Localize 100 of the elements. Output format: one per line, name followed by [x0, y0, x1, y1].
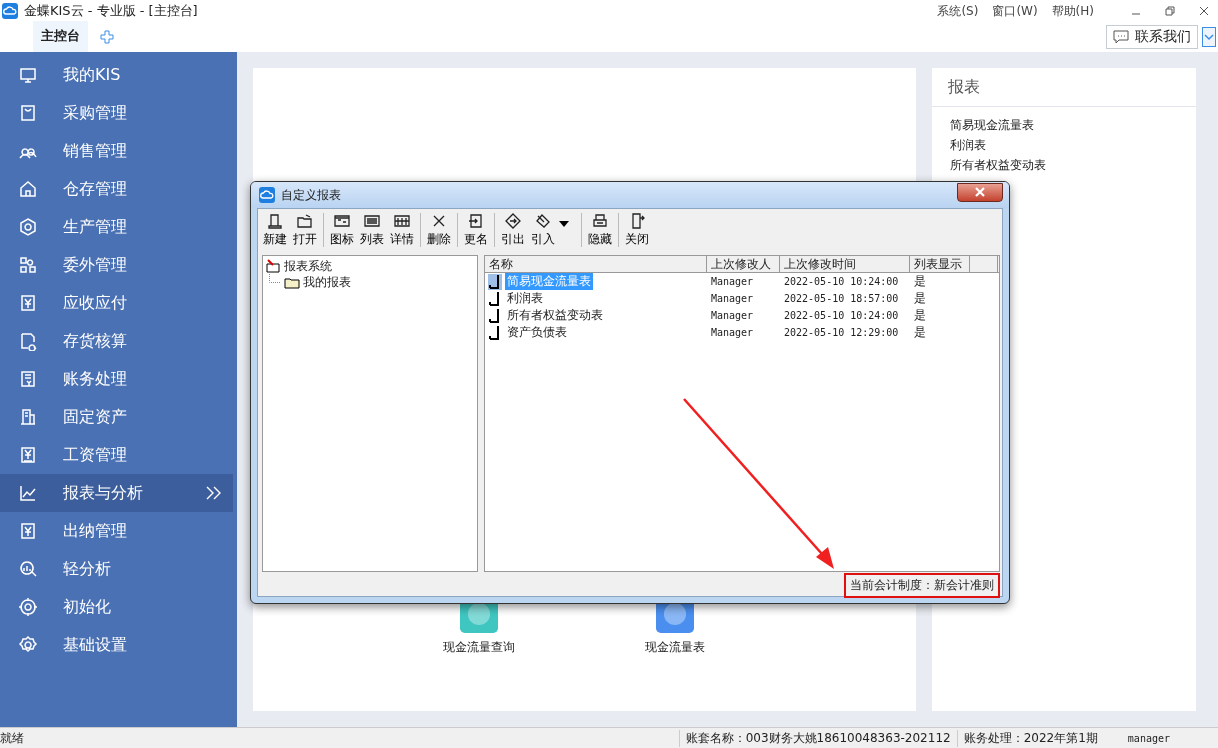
toolbar-button[interactable]: 列表: [357, 212, 387, 248]
table-cell-text: Manager: [710, 293, 755, 304]
toolbar-icon: [592, 212, 608, 229]
sidebar-item[interactable]: 销售管理: [0, 132, 237, 170]
column-header[interactable]: 上次修改人: [707, 256, 780, 272]
report-name[interactable]: 所有者权益变动表: [505, 307, 605, 324]
toolbar-button[interactable]: 引出: [498, 212, 528, 248]
status-text: 就绪: [0, 729, 25, 747]
table-cell-text: 是: [913, 273, 927, 290]
module-icon: [18, 293, 38, 313]
report-link[interactable]: 简易现金流量表: [950, 117, 1178, 134]
report-name[interactable]: 资产负债表: [505, 324, 569, 341]
report-file-icon: [488, 290, 502, 307]
sidebar-item[interactable]: 轻分析: [0, 550, 237, 588]
sidebar-item[interactable]: 生产管理: [0, 208, 237, 246]
module-icon: [18, 217, 38, 237]
sidebar-item[interactable]: 基础设置: [0, 626, 237, 664]
close-icon: [975, 187, 985, 197]
toolbar-icon: [505, 212, 521, 229]
contact-button[interactable]: 联系我们: [1106, 25, 1198, 49]
module-icon: [18, 369, 38, 389]
toolbar-icon: [468, 212, 484, 229]
tile-label[interactable]: 现金流量表: [645, 639, 705, 656]
panel-title: 报表: [932, 68, 1196, 107]
sidebar-item[interactable]: 初始化: [0, 588, 237, 626]
sidebar-item[interactable]: 报表与分析: [0, 474, 233, 512]
cloud-logo-icon: [259, 187, 275, 203]
caret-icon: [559, 221, 569, 227]
chat-icon: [1113, 30, 1129, 44]
sidebar-item[interactable]: 存货核算: [0, 322, 237, 360]
toolbar-icon: [267, 212, 283, 229]
module-icon: [18, 559, 38, 579]
column-header[interactable]: 名称: [485, 256, 707, 272]
double-chevron-icon: [205, 486, 223, 500]
toolbar-button[interactable]: 详情: [387, 212, 417, 248]
close-button[interactable]: [957, 182, 1003, 202]
table-cell-text: 2022-05-10 10:24:00: [783, 310, 900, 321]
toolbar-button[interactable]: 新建: [260, 212, 290, 248]
module-icon: [18, 635, 38, 655]
tile-label[interactable]: 现金流量查询: [443, 639, 515, 656]
report-file-icon: [488, 307, 502, 324]
tree-item[interactable]: 报表系统: [284, 257, 332, 275]
module-icon: [18, 331, 38, 351]
tree-connector-icon: [269, 274, 281, 283]
sidebar-item[interactable]: 出纳管理: [0, 512, 237, 550]
restore-icon[interactable]: [1164, 5, 1176, 17]
dropdown-icon[interactable]: [1202, 27, 1216, 47]
toolbar-icon: [334, 212, 350, 229]
report-link[interactable]: 所有者权益变动表: [950, 157, 1178, 174]
module-icon: [18, 445, 38, 465]
report-link[interactable]: 利润表: [950, 137, 1178, 154]
table-cell-text: Manager: [710, 310, 755, 321]
window-title: 金蝶KIS云 - 专业版 - [主控台]: [24, 2, 198, 20]
report-file-icon: [488, 273, 502, 290]
toolbar-button[interactable]: 隐藏: [585, 212, 615, 248]
sidebar-item[interactable]: 采购管理: [0, 94, 237, 132]
table-cell-text: 2022-05-10 18:57:00: [783, 293, 900, 304]
toolbar-button[interactable]: 删除: [424, 212, 454, 248]
column-header[interactable]: 上次修改时间: [780, 256, 910, 272]
sidebar-item[interactable]: 工资管理: [0, 436, 237, 474]
toolbar-button[interactable]: 图标: [327, 212, 357, 248]
module-icon: [18, 483, 38, 503]
sidebar-item[interactable]: 账务处理: [0, 360, 237, 398]
sidebar-item[interactable]: 应收应付: [0, 284, 237, 322]
status-text: manager: [1126, 732, 1171, 744]
close-icon[interactable]: [1198, 5, 1210, 17]
status-text: 账务处理：2022年第1期: [956, 729, 1104, 747]
toolbar-button[interactable]: 引入: [528, 212, 578, 248]
tab[interactable]: 主控台: [33, 21, 88, 53]
sidebar-item[interactable]: 我的KIS: [0, 56, 237, 94]
table-cell-text: 是: [913, 307, 927, 324]
table-cell-text: 2022-05-10 12:29:00: [783, 327, 900, 338]
table-cell-text: Manager: [710, 276, 755, 287]
toolbar-icon: [629, 212, 645, 229]
dialog-title: 自定义报表: [281, 186, 341, 204]
menu-item[interactable]: 系统(S): [937, 2, 979, 20]
module-icon: [18, 179, 38, 199]
toolbar-button[interactable]: 更名: [461, 212, 491, 248]
module-icon: [18, 407, 38, 427]
toolbar-button[interactable]: 打开: [290, 212, 320, 248]
sidebar-item[interactable]: 委外管理: [0, 246, 237, 284]
module-icon: [18, 103, 38, 123]
toolbar-icon: [364, 212, 380, 229]
report-name[interactable]: 利润表: [505, 290, 545, 307]
table-cell-text: Manager: [710, 327, 755, 338]
module-icon: [18, 597, 38, 617]
toolbar-icon: [297, 212, 313, 229]
column-header[interactable]: 列表显示: [910, 256, 970, 272]
toolbar-icon: [394, 212, 410, 229]
sidebar-item[interactable]: 固定资产: [0, 398, 237, 436]
report-file-icon: [488, 324, 502, 341]
menu-item[interactable]: 窗口(W): [992, 2, 1038, 20]
sidebar-item[interactable]: 仓存管理: [0, 170, 237, 208]
module-icon: [18, 521, 38, 541]
module-icon: [18, 255, 38, 275]
tree-item[interactable]: 我的报表: [303, 273, 351, 291]
toolbar-button[interactable]: 关闭: [622, 212, 652, 248]
table-cell-text: 是: [913, 324, 927, 341]
menu-item[interactable]: 帮助(H): [1051, 2, 1094, 20]
table-cell-text: 2022-05-10 10:24:00: [783, 276, 900, 287]
